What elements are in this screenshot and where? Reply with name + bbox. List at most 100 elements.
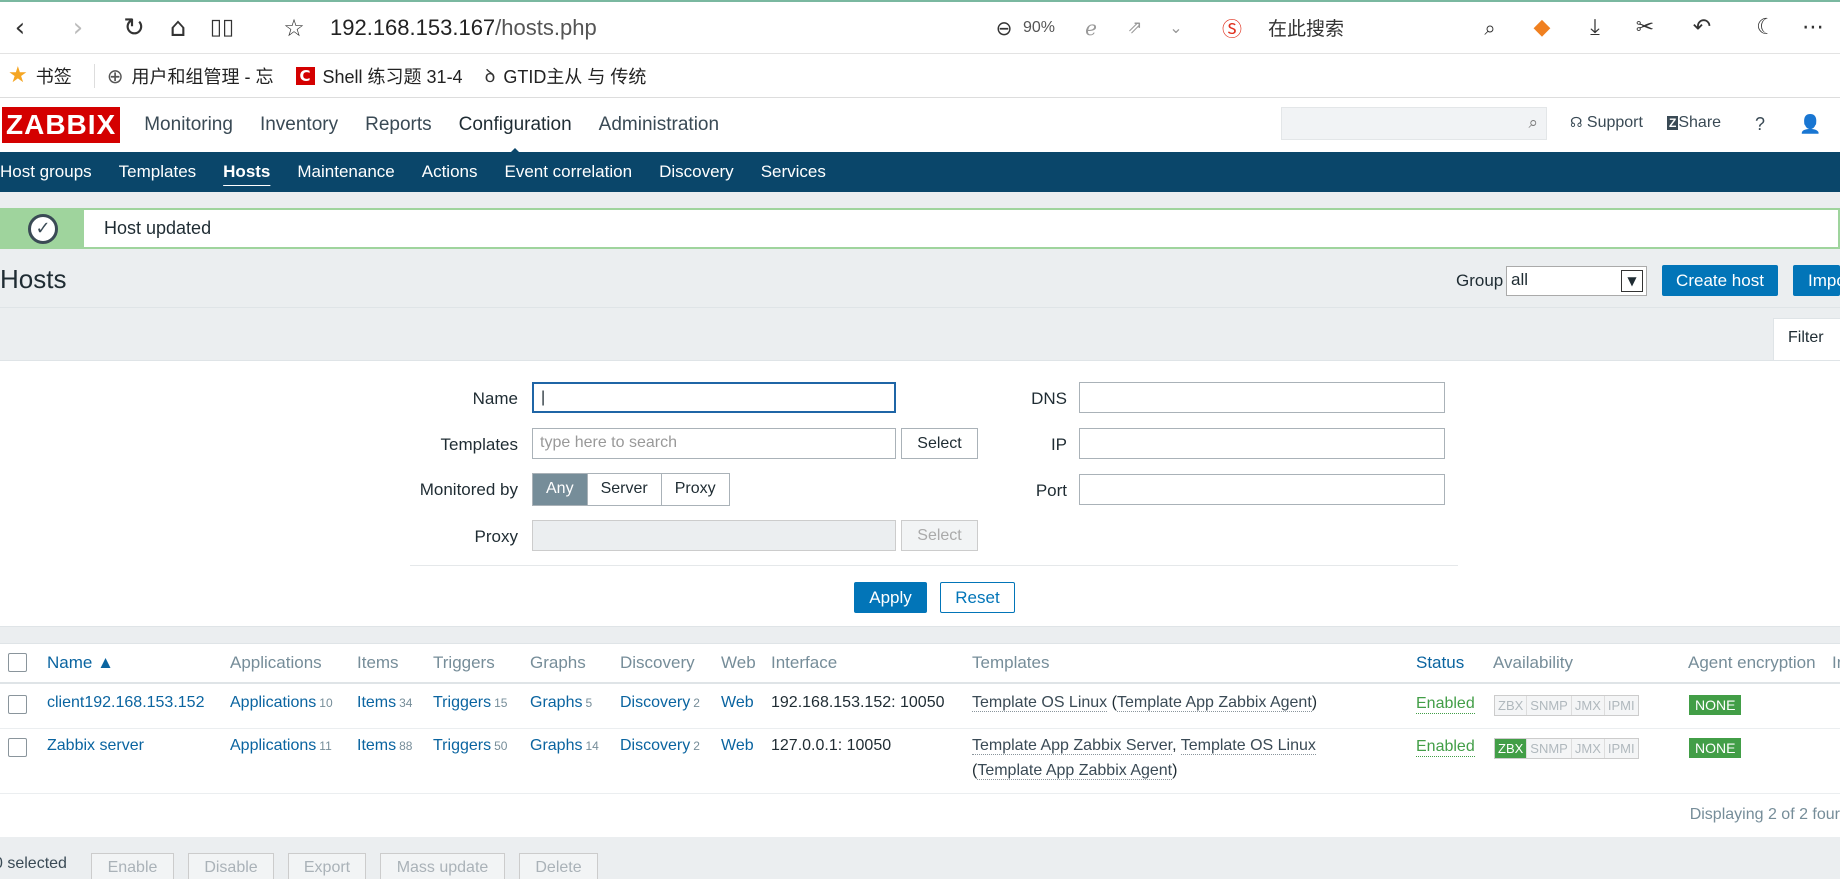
download-icon[interactable]: ⤓ — [1577, 10, 1613, 46]
triggers-link[interactable]: Triggers — [433, 694, 491, 711]
filter-divider — [410, 565, 1458, 566]
export-button: Export — [288, 853, 366, 879]
applications-link[interactable]: Applications — [230, 694, 316, 711]
gamepad-icon[interactable]: ◆ — [1524, 10, 1560, 46]
reload-icon[interactable]: ↻ — [116, 10, 152, 46]
reset-button[interactable]: Reset — [940, 582, 1015, 613]
help-link[interactable]: ? — [1755, 114, 1765, 135]
template-link[interactable]: Template App Zabbix Agent — [977, 762, 1173, 780]
night-mode-icon[interactable]: ☾ — [1748, 10, 1784, 46]
row-checkbox[interactable] — [8, 695, 27, 714]
ip-input[interactable] — [1079, 428, 1445, 459]
select-all-checkbox[interactable] — [8, 653, 27, 672]
items-link[interactable]: Items — [357, 737, 396, 754]
subnav-templates[interactable]: Templates — [119, 162, 196, 182]
create-host-button[interactable]: Create host — [1662, 265, 1778, 296]
host-name-link[interactable]: client192.168.153.152 — [47, 694, 204, 712]
filter-tab[interactable]: Filter — [1773, 318, 1840, 360]
share-link[interactable]: Z Share — [1667, 114, 1721, 132]
discovery-link[interactable]: Discovery — [620, 694, 690, 711]
subnav-actions[interactable]: Actions — [422, 162, 478, 182]
bookmark-item[interactable]: ꝺ GTID主从 与 传统 — [485, 63, 647, 89]
search-icon[interactable]: ⌕ — [1472, 10, 1508, 46]
subnav-maintenance[interactable]: Maintenance — [297, 162, 394, 182]
ip-label: IP — [1050, 435, 1067, 454]
bookmark-item[interactable]: C Shell 练习题 31-4 — [295, 63, 463, 89]
dns-input[interactable] — [1079, 382, 1445, 413]
row-divider — [0, 728, 1840, 729]
graphs-link[interactable]: Graphs — [530, 737, 582, 754]
group-select[interactable]: all ▼ — [1506, 266, 1647, 296]
subnav-hosts[interactable]: Hosts — [223, 162, 270, 182]
undo-icon[interactable]: ↶ — [1684, 10, 1720, 46]
subnav-services[interactable]: Services — [761, 162, 826, 182]
template-link[interactable]: Template OS Linux — [1180, 737, 1316, 755]
subnav-host-groups[interactable]: Host groups — [0, 162, 92, 182]
subnav-discovery[interactable]: Discovery — [659, 162, 734, 182]
encryption-badge: NONE — [1689, 695, 1742, 715]
web-link[interactable]: Web — [721, 694, 754, 712]
subnav-event-correlation[interactable]: Event correlation — [504, 162, 632, 182]
snmp-badge: SNMP — [1527, 696, 1572, 715]
forward-icon[interactable]: › — [60, 10, 96, 46]
global-search-input[interactable]: ⌕ — [1281, 107, 1547, 140]
templates-input[interactable]: type here to search — [532, 428, 896, 459]
import-button[interactable]: Impo — [1793, 265, 1840, 296]
nav-inventory[interactable]: Inventory — [260, 114, 338, 136]
search-icon[interactable]: ⌕ — [1528, 113, 1538, 133]
ie-mode-icon[interactable]: ℯ — [1073, 10, 1109, 46]
applications-cell: Applications 11 — [230, 737, 332, 754]
support-link[interactable]: ☊ Support — [1570, 114, 1643, 132]
interface-value: 192.168.153.152: 10050 — [771, 694, 945, 711]
sogou-icon[interactable]: Ⓢ — [1214, 10, 1250, 46]
items-link[interactable]: Items — [357, 694, 396, 711]
monitored-by-any[interactable]: Any — [533, 474, 588, 505]
template-link[interactable]: Template App Zabbix Server — [972, 737, 1173, 755]
interface-value: 127.0.0.1: 10050 — [771, 737, 892, 754]
graphs-link[interactable]: Graphs — [530, 694, 582, 711]
port-input[interactable] — [1079, 474, 1445, 505]
host-name-link[interactable]: Zabbix server — [47, 737, 144, 755]
col-agent-encryption: Agent encryption — [1688, 653, 1816, 672]
web-link[interactable]: Web — [721, 737, 754, 755]
home-icon[interactable]: ⌂ — [160, 10, 196, 46]
status-enabled[interactable]: Enabled — [1416, 738, 1475, 757]
monitored-by-proxy[interactable]: Proxy — [661, 474, 729, 505]
chevron-down-icon[interactable]: ⌄ — [1158, 10, 1194, 46]
apply-button[interactable]: Apply — [854, 582, 927, 613]
dns-label: DNS — [1031, 389, 1067, 408]
template-link[interactable]: Template App Zabbix Agent — [1116, 694, 1312, 712]
template-link[interactable]: Template OS Linux — [972, 694, 1108, 712]
zabbix-logo[interactable]: ZABBIX — [2, 107, 121, 143]
nav-monitoring[interactable]: Monitoring — [144, 114, 233, 136]
triggers-link[interactable]: Triggers — [433, 737, 491, 754]
discovery-link[interactable]: Discovery — [620, 737, 690, 754]
status-enabled[interactable]: Enabled — [1416, 695, 1475, 714]
applications-link[interactable]: Applications — [230, 737, 316, 754]
selected-count: 0 selected — [0, 854, 67, 872]
user-profile-icon[interactable]: 👤 — [1799, 114, 1821, 135]
favorite-star-icon[interactable]: ☆ — [276, 10, 312, 46]
address-bar[interactable]: 192.168.153.167/hosts.php — [330, 15, 597, 41]
nav-administration[interactable]: Administration — [599, 114, 719, 136]
col-info: In — [1832, 653, 1840, 672]
more-icon[interactable]: ⋯ — [1795, 10, 1831, 46]
scissors-icon[interactable]: ✂ — [1627, 10, 1663, 46]
browser-search-label[interactable]: 在此搜索 — [1268, 14, 1344, 41]
displaying-count: Displaying 2 of 2 four — [1689, 806, 1840, 823]
col-status[interactable]: Status — [1416, 653, 1464, 673]
zoom-icon[interactable]: ⊖ — [986, 10, 1022, 46]
name-input[interactable]: | — [532, 382, 896, 413]
nav-configuration[interactable]: Configuration — [459, 114, 572, 157]
bookmark-item[interactable]: ★ 书签 — [8, 63, 72, 89]
share-page-icon[interactable]: ⇗ — [1117, 10, 1153, 46]
reader-icon[interactable]: ▯▯ — [204, 10, 240, 46]
templates-select-button[interactable]: Select — [901, 428, 978, 459]
monitored-by-server[interactable]: Server — [587, 474, 662, 505]
bookmark-item[interactable]: ⊕ 用户和组管理 - 忘 — [107, 63, 274, 89]
row-checbox[interactable] — [8, 738, 27, 757]
nav-reports[interactable]: Reports — [365, 114, 432, 136]
templates-cell-line2: (Template App Zabbix Agent) — [972, 762, 1178, 780]
col-name[interactable]: Name ▲ — [47, 653, 114, 673]
back-icon[interactable]: ‹ — [2, 10, 38, 46]
